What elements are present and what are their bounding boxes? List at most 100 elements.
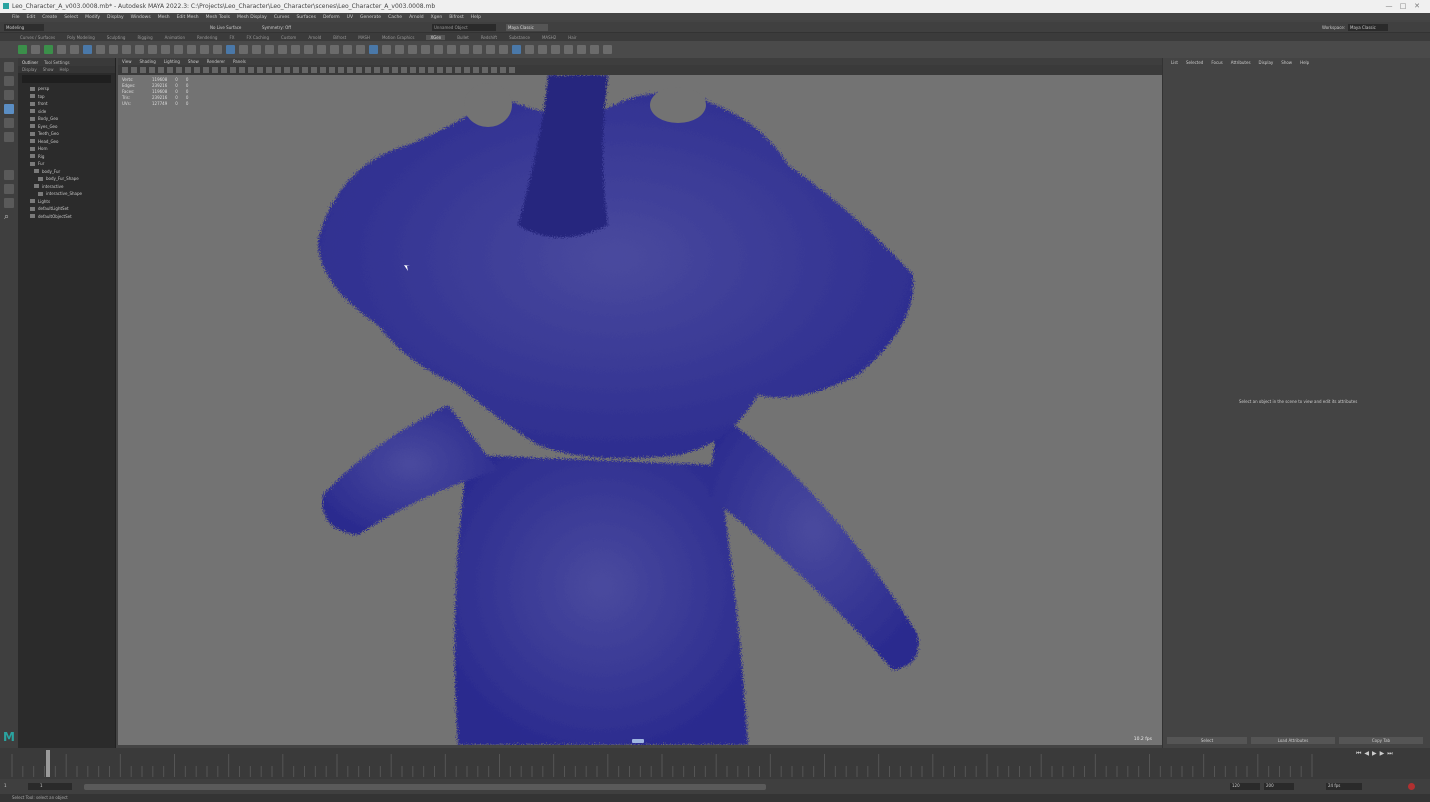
- step-back-icon[interactable]: ◀: [1364, 750, 1369, 758]
- shelf-tool-icon[interactable]: [382, 45, 391, 54]
- panel-tool-icon[interactable]: [212, 67, 218, 73]
- attr-menu-attributes[interactable]: Attributes: [1231, 60, 1251, 65]
- tab-tool-settings[interactable]: Tool Settings: [44, 60, 69, 65]
- outliner-menu-display[interactable]: Display: [22, 67, 37, 72]
- outliner-search-input[interactable]: [22, 75, 111, 83]
- panel-tool-icon[interactable]: [464, 67, 470, 73]
- panel-tool-icon[interactable]: [311, 67, 317, 73]
- panel-tool-icon[interactable]: [176, 67, 182, 73]
- menu-file[interactable]: File: [12, 15, 20, 20]
- panel-tool-icon[interactable]: [230, 67, 236, 73]
- shelf-tab-fx[interactable]: FX: [229, 35, 234, 40]
- shelf-tool-icon[interactable]: [330, 45, 339, 54]
- shelf-tab-poly-modeling[interactable]: Poly Modeling: [67, 35, 95, 40]
- shelf-tab-bifrost[interactable]: Bifrost: [333, 35, 346, 40]
- shelf-tool-icon[interactable]: [538, 45, 547, 54]
- shelf-tab-arnold[interactable]: Arnold: [308, 35, 321, 40]
- shelf-tool-icon[interactable]: [317, 45, 326, 54]
- menu-mesh-tools[interactable]: Mesh Tools: [206, 15, 230, 20]
- menu-bifrost[interactable]: Bifrost: [449, 15, 464, 20]
- menu-xgen[interactable]: Xgen: [431, 15, 443, 20]
- shelf-tool-icon[interactable]: [148, 45, 157, 54]
- shelf-tool-icon[interactable]: [174, 45, 183, 54]
- auto-key-icon[interactable]: [1408, 783, 1415, 790]
- menu-generate[interactable]: Generate: [360, 15, 381, 20]
- outliner-item[interactable]: Eyes_Geo: [18, 123, 115, 131]
- menu-surfaces[interactable]: Surfaces: [296, 15, 316, 20]
- shelf-tool-icon[interactable]: [109, 45, 118, 54]
- outliner-item[interactable]: Body_Geo: [18, 115, 115, 123]
- outliner-item[interactable]: defaultLightSet: [18, 205, 115, 213]
- shelf-tab-xgen[interactable]: XGen: [426, 34, 446, 40]
- panel-tool-icon[interactable]: [248, 67, 254, 73]
- menu-uv[interactable]: UV: [347, 15, 353, 20]
- menu-windows[interactable]: Windows: [131, 15, 151, 20]
- close-button[interactable]: ✕: [1404, 0, 1430, 13]
- panel-tool-icon[interactable]: [122, 67, 128, 73]
- panel-tool-icon[interactable]: [329, 67, 335, 73]
- shelf-tool-icon[interactable]: [525, 45, 534, 54]
- shelf-tool-icon[interactable]: [239, 45, 248, 54]
- load-attributes-button[interactable]: Load Attributes: [1251, 737, 1335, 744]
- outliner-item[interactable]: Fur: [18, 160, 115, 168]
- four-view-layout-icon[interactable]: [4, 184, 14, 194]
- menu-edit[interactable]: Edit: [27, 15, 36, 20]
- panel-tool-icon[interactable]: [455, 67, 461, 73]
- shelf-tab-substance[interactable]: Substance: [509, 35, 530, 40]
- copy-tab-button[interactable]: Copy Tab: [1339, 737, 1423, 744]
- panel-tool-icon[interactable]: [482, 67, 488, 73]
- shelf-tool-icon[interactable]: [304, 45, 313, 54]
- shelf-tab-mash[interactable]: MASH: [358, 35, 370, 40]
- attr-menu-help[interactable]: Help: [1300, 60, 1309, 65]
- shelf-tool-icon[interactable]: [187, 45, 196, 54]
- shelf-tool-icon[interactable]: [83, 45, 92, 54]
- shelf-tool-icon[interactable]: [226, 45, 235, 54]
- paint-select-tool-icon[interactable]: [4, 90, 14, 100]
- shelf-tool-icon[interactable]: [70, 45, 79, 54]
- shelf-tool-icon[interactable]: [421, 45, 430, 54]
- panel-tool-icon[interactable]: [275, 67, 281, 73]
- panel-tool-icon[interactable]: [383, 67, 389, 73]
- shelf-tab-animation[interactable]: Animation: [165, 35, 185, 40]
- play-icon[interactable]: ▶: [1372, 750, 1377, 758]
- shelf-tool-icon[interactable]: [499, 45, 508, 54]
- single-view-layout-icon[interactable]: [4, 170, 14, 180]
- panel-menu-lighting[interactable]: Lighting: [164, 59, 180, 64]
- scale-tool-icon[interactable]: [4, 132, 14, 142]
- attr-menu-selected[interactable]: Selected: [1186, 60, 1203, 65]
- go-to-end-icon[interactable]: ⏭: [1387, 750, 1392, 758]
- outliner-item[interactable]: interactive_Shape: [18, 190, 115, 198]
- menu-edit-mesh[interactable]: Edit Mesh: [177, 15, 199, 20]
- viewport-3d[interactable]: Verts: 119608 0 0 Edges: 239216 0 0 Faces: 119608…: [118, 75, 1162, 745]
- go-to-start-icon[interactable]: ⏮: [1356, 750, 1361, 758]
- shelf-tool-icon[interactable]: [356, 45, 365, 54]
- panel-tool-icon[interactable]: [401, 67, 407, 73]
- panel-tool-icon[interactable]: [302, 67, 308, 73]
- fps-dropdown[interactable]: 24 fps: [1326, 783, 1362, 790]
- panel-tool-icon[interactable]: [239, 67, 245, 73]
- shelf-tool-icon[interactable]: [564, 45, 573, 54]
- outliner-item[interactable]: body_Fur_Shape: [18, 175, 115, 183]
- attr-menu-show[interactable]: Show: [1281, 60, 1292, 65]
- start-frame-field[interactable]: 1: [4, 783, 24, 790]
- outliner-item[interactable]: defaultObjectSet: [18, 213, 115, 221]
- range-bar[interactable]: [84, 784, 766, 790]
- shelf-tool-icon[interactable]: [577, 45, 586, 54]
- shelf-tool-icon[interactable]: [603, 45, 612, 54]
- panel-tool-icon[interactable]: [491, 67, 497, 73]
- panel-tool-icon[interactable]: [437, 67, 443, 73]
- shelf-tab-motion-graphics[interactable]: Motion Graphics: [382, 35, 415, 40]
- workspace-selector[interactable]: Maya Classic: [1348, 24, 1388, 31]
- outliner-layout-icon[interactable]: [4, 198, 14, 208]
- shelf-tab-rigging[interactable]: Rigging: [137, 35, 152, 40]
- select-button[interactable]: Select: [1167, 737, 1247, 744]
- menu-deform[interactable]: Deform: [323, 15, 340, 20]
- shelf-tool-icon[interactable]: [57, 45, 66, 54]
- tab-outliner[interactable]: Outliner: [22, 60, 38, 65]
- shelf-tab-bullet[interactable]: Bullet: [457, 35, 469, 40]
- shelf-tab-curves-surfaces[interactable]: Curves / Surfaces: [20, 35, 55, 40]
- panel-menu-panels[interactable]: Panels: [233, 59, 246, 64]
- shelf-tool-icon[interactable]: [291, 45, 300, 54]
- shelf-tab-mash2[interactable]: MASH2: [542, 35, 556, 40]
- step-forward-icon[interactable]: ▶: [1380, 750, 1385, 758]
